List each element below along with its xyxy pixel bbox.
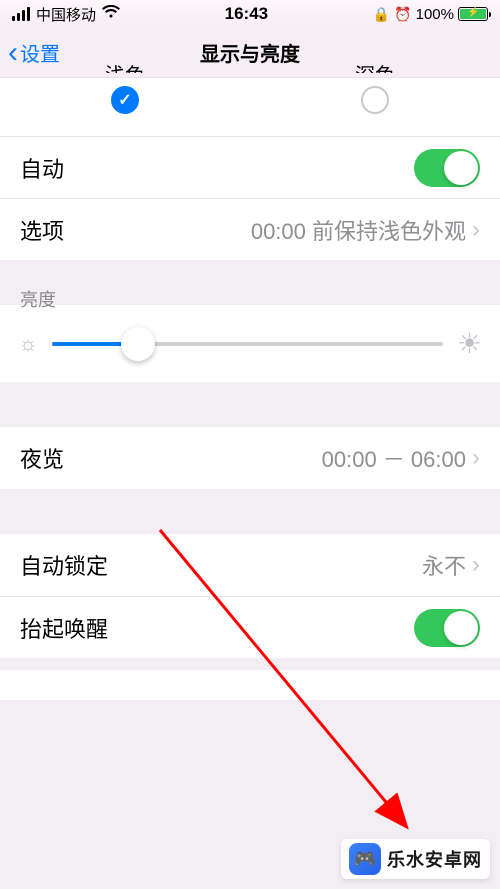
back-button[interactable]: ‹ 设置 bbox=[8, 38, 60, 68]
appearance-dark-option[interactable]: 深色 bbox=[355, 80, 395, 114]
auto-row: 自动 bbox=[0, 136, 500, 198]
options-value: 00:00 前保持浅色外观 bbox=[251, 214, 466, 246]
raise-to-wake-label: 抬起唤醒 bbox=[20, 612, 108, 644]
chevron-left-icon: ‹ bbox=[8, 38, 18, 68]
auto-lock-label: 自动锁定 bbox=[20, 549, 108, 581]
page-title: 显示与亮度 bbox=[200, 38, 300, 67]
appearance-dark-label: 深色 bbox=[355, 59, 395, 73]
battery-icon: ⚡ bbox=[458, 7, 488, 21]
options-row[interactable]: 选项 00:00 前保持浅色外观 › bbox=[0, 198, 500, 260]
radio-unchecked-icon bbox=[361, 86, 389, 114]
watermark-text: 乐水安卓网 bbox=[387, 846, 482, 872]
appearance-light-label: 浅色 bbox=[105, 59, 145, 73]
raise-to-wake-row: 抬起唤醒 bbox=[0, 596, 500, 658]
brightness-low-icon: ☼ bbox=[18, 331, 38, 357]
night-shift-row[interactable]: 夜览 00:00 － 06:00 › bbox=[0, 427, 500, 489]
brightness-slider[interactable] bbox=[52, 342, 443, 346]
appearance-light-option[interactable]: 浅色 bbox=[105, 80, 145, 114]
appearance-selector: 浅色 深色 bbox=[0, 80, 500, 136]
auto-lock-value: 永不 bbox=[422, 549, 466, 581]
watermark: 🎮 乐水安卓网 bbox=[341, 839, 490, 879]
night-shift-value: 00:00 － 06:00 bbox=[322, 442, 466, 474]
auto-label: 自动 bbox=[20, 152, 64, 184]
alarm-icon: ⏰ bbox=[394, 6, 411, 23]
chevron-right-icon: › bbox=[472, 444, 480, 472]
nav-bar: ‹ 设置 显示与亮度 bbox=[0, 28, 500, 78]
options-label: 选项 bbox=[20, 214, 64, 246]
slider-thumb[interactable] bbox=[121, 327, 155, 361]
status-right: 🔒 ⏰ 100% ⚡ bbox=[373, 6, 488, 23]
signal-icon bbox=[12, 7, 30, 21]
chevron-right-icon: › bbox=[472, 551, 480, 579]
raise-to-wake-toggle[interactable] bbox=[414, 609, 480, 647]
status-bar: 中国移动 16:43 🔒 ⏰ 100% ⚡ bbox=[0, 0, 500, 28]
status-left: 中国移动 bbox=[12, 4, 120, 25]
night-shift-label: 夜览 bbox=[20, 442, 64, 474]
carrier-label: 中国移动 bbox=[36, 4, 96, 25]
auto-toggle[interactable] bbox=[414, 149, 480, 187]
watermark-icon: 🎮 bbox=[349, 843, 381, 875]
orientation-lock-icon: 🔒 bbox=[373, 6, 390, 23]
radio-checked-icon bbox=[111, 86, 139, 114]
auto-lock-row[interactable]: 自动锁定 永不 › bbox=[0, 534, 500, 596]
brightness-slider-row: ☼ ☀ bbox=[0, 305, 500, 382]
chevron-right-icon: › bbox=[472, 216, 480, 244]
battery-percent: 100% bbox=[416, 6, 454, 23]
brightness-high-icon: ☀ bbox=[457, 327, 482, 360]
wifi-icon bbox=[102, 5, 120, 23]
status-time: 16:43 bbox=[225, 4, 268, 24]
back-label: 设置 bbox=[20, 38, 60, 67]
